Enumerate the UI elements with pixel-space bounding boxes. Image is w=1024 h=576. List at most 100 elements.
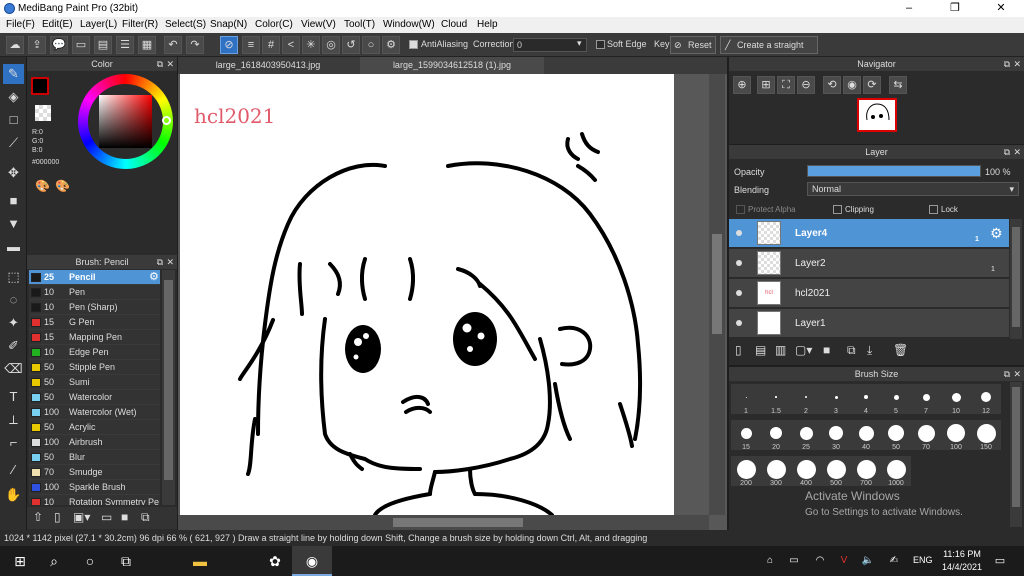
- tab-document-2[interactable]: large_1599034612518 (1).jpg: [360, 57, 544, 74]
- menu-file[interactable]: File(F): [6, 19, 35, 30]
- antialiasing-checkbox[interactable]: [409, 40, 418, 49]
- battery-icon[interactable]: ▭: [784, 546, 804, 576]
- move-tool-icon[interactable]: ✥: [3, 163, 24, 183]
- zoom-fit-icon[interactable]: ⊞: [757, 76, 775, 94]
- rotate-left-icon[interactable]: ⟲: [823, 76, 841, 94]
- brush-size-option[interactable]: 1.5: [761, 384, 791, 415]
- scrollbar-thumb[interactable]: [1012, 387, 1020, 507]
- notification-icon[interactable]: ▭: [990, 546, 1010, 576]
- lasso-tool-icon[interactable]: ◌: [3, 290, 24, 310]
- visibility-icon[interactable]: [736, 230, 742, 236]
- select-rect-tool-icon[interactable]: ⬚: [3, 267, 24, 287]
- brush-size-option[interactable]: 7: [911, 384, 941, 415]
- add-brush-icon[interactable]: ⇧: [33, 510, 43, 524]
- panel-close-icon[interactable]: ✕: [166, 57, 174, 71]
- wifi-icon[interactable]: ◠: [810, 546, 830, 576]
- brush-size-option[interactable]: 150: [971, 420, 1001, 451]
- brush-size-option[interactable]: 30: [821, 420, 851, 451]
- brush-item[interactable]: 25 Pencil ⚙: [29, 270, 160, 285]
- brush-item[interactable]: 50 Watercolor: [29, 390, 160, 405]
- menu-layer[interactable]: Layer(L): [80, 19, 117, 30]
- brush-size-option[interactable]: 4: [851, 384, 881, 415]
- folder-icon[interactable]: ■: [823, 343, 830, 357]
- comment-icon[interactable]: 💬: [50, 36, 68, 54]
- folder-icon[interactable]: ▭: [101, 510, 112, 524]
- brush-item[interactable]: 50 Sumi: [29, 375, 160, 390]
- rotate-right-icon[interactable]: ⟳: [863, 76, 881, 94]
- panel-float-icon[interactable]: ⧉: [1004, 145, 1010, 159]
- scrollbar-thumb[interactable]: [393, 518, 523, 527]
- brush-size-option[interactable]: 700: [851, 456, 881, 487]
- brush-item[interactable]: 50 Blur: [29, 450, 160, 465]
- blending-select[interactable]: Normal ▾: [807, 182, 1019, 196]
- foreground-color-swatch[interactable]: [31, 77, 49, 95]
- brush-item[interactable]: 100 Sparkle Brush: [29, 480, 160, 495]
- clock-time[interactable]: 11:16 PM: [940, 549, 984, 559]
- close-button[interactable]: ✕: [978, 0, 1024, 17]
- brush-size-option[interactable]: 3: [821, 384, 851, 415]
- brush-size-scrollbar[interactable]: [1010, 382, 1022, 527]
- protect-alpha-checkbox[interactable]: [736, 205, 745, 214]
- chrome-taskbar-icon[interactable]: ◉: [292, 546, 332, 576]
- soft-edge-checkbox[interactable]: [596, 40, 605, 49]
- copy-icon[interactable]: ⧉: [141, 510, 150, 525]
- layer-list-scrollbar[interactable]: [1010, 219, 1022, 339]
- visibility-icon[interactable]: [736, 260, 742, 266]
- panel-float-icon[interactable]: ⧉: [157, 255, 163, 269]
- divide-tool-icon[interactable]: ⟂: [3, 410, 24, 430]
- magic-wand-tool-icon[interactable]: ✦: [3, 313, 24, 333]
- zoom-in-icon[interactable]: ⊕: [733, 76, 751, 94]
- correction-select[interactable]: 0: [513, 38, 587, 52]
- menu-cloud[interactable]: Cloud: [441, 19, 467, 30]
- gear-icon[interactable]: ⚙: [149, 270, 159, 283]
- search-icon[interactable]: ⌕: [34, 546, 74, 576]
- cortana-icon[interactable]: ○: [70, 546, 110, 576]
- brush-size-option[interactable]: 1000: [881, 456, 911, 487]
- palette-add-icon[interactable]: 🎨: [55, 179, 70, 194]
- snap-settings-icon[interactable]: ⚙: [382, 36, 400, 54]
- menu-view[interactable]: View(V): [301, 19, 336, 30]
- gear-icon[interactable]: ⚙: [990, 225, 1003, 242]
- brush-item[interactable]: 50 Acrylic: [29, 420, 160, 435]
- merge-layer-icon[interactable]: ⤓: [867, 343, 872, 358]
- brush-size-option[interactable]: 40: [851, 420, 881, 451]
- share-icon[interactable]: ⇪: [28, 36, 46, 54]
- snap-off-icon[interactable]: ⊘: [220, 36, 238, 54]
- brush-item[interactable]: 10 Pen: [29, 285, 160, 300]
- curve-snap-icon[interactable]: ↺: [342, 36, 360, 54]
- lock-checkbox[interactable]: [929, 205, 938, 214]
- panel-close-icon[interactable]: ✕: [1013, 57, 1021, 71]
- brush-list-scrollbar[interactable]: [162, 270, 175, 505]
- dropper-tool-icon[interactable]: ⁄: [3, 460, 24, 480]
- note-icon[interactable]: ▭: [72, 36, 90, 54]
- brush-item[interactable]: 10 Pen (Sharp): [29, 300, 160, 315]
- redo-icon[interactable]: ↷: [186, 36, 204, 54]
- new-layer-icon[interactable]: ▯: [735, 343, 742, 357]
- layer-row[interactable]: Layer4 1 ⚙: [729, 219, 1009, 248]
- brush-item[interactable]: 70 Smudge: [29, 465, 160, 480]
- grid-icon[interactable]: ▦: [138, 36, 156, 54]
- brush-item[interactable]: 10 Rotation Symmetry Pe: [29, 495, 160, 505]
- hand-tool-icon[interactable]: ✋: [3, 485, 24, 505]
- menu-color[interactable]: Color(C): [255, 19, 293, 30]
- hue-wheel[interactable]: [78, 74, 173, 169]
- visibility-icon[interactable]: [736, 290, 742, 296]
- opacity-slider[interactable]: [807, 165, 981, 177]
- brush-size-option[interactable]: 15: [731, 420, 761, 451]
- delete-layer-icon[interactable]: 🗑: [893, 343, 908, 357]
- menu-window[interactable]: Window(W): [383, 19, 435, 30]
- vpn-icon[interactable]: V: [834, 546, 854, 576]
- zoom-actual-icon[interactable]: ⛶: [777, 76, 795, 94]
- canvas-horizontal-scrollbar[interactable]: [178, 515, 709, 530]
- flip-icon[interactable]: ⇆: [889, 76, 907, 94]
- list-icon[interactable]: ☰: [116, 36, 134, 54]
- fill-rect-tool-icon[interactable]: ■: [3, 191, 24, 211]
- menu-tool[interactable]: Tool(T): [344, 19, 375, 30]
- straight-line-button[interactable]: ╱ Create a straight line: [720, 36, 818, 66]
- hue-handle[interactable]: [162, 116, 171, 125]
- scrollbar-thumb[interactable]: [712, 234, 722, 334]
- brush-size-option[interactable]: 200: [731, 456, 761, 487]
- parallel-snap-icon[interactable]: ≡: [242, 36, 260, 54]
- undo-icon[interactable]: ↶: [164, 36, 182, 54]
- menu-select[interactable]: Select(S): [165, 19, 206, 30]
